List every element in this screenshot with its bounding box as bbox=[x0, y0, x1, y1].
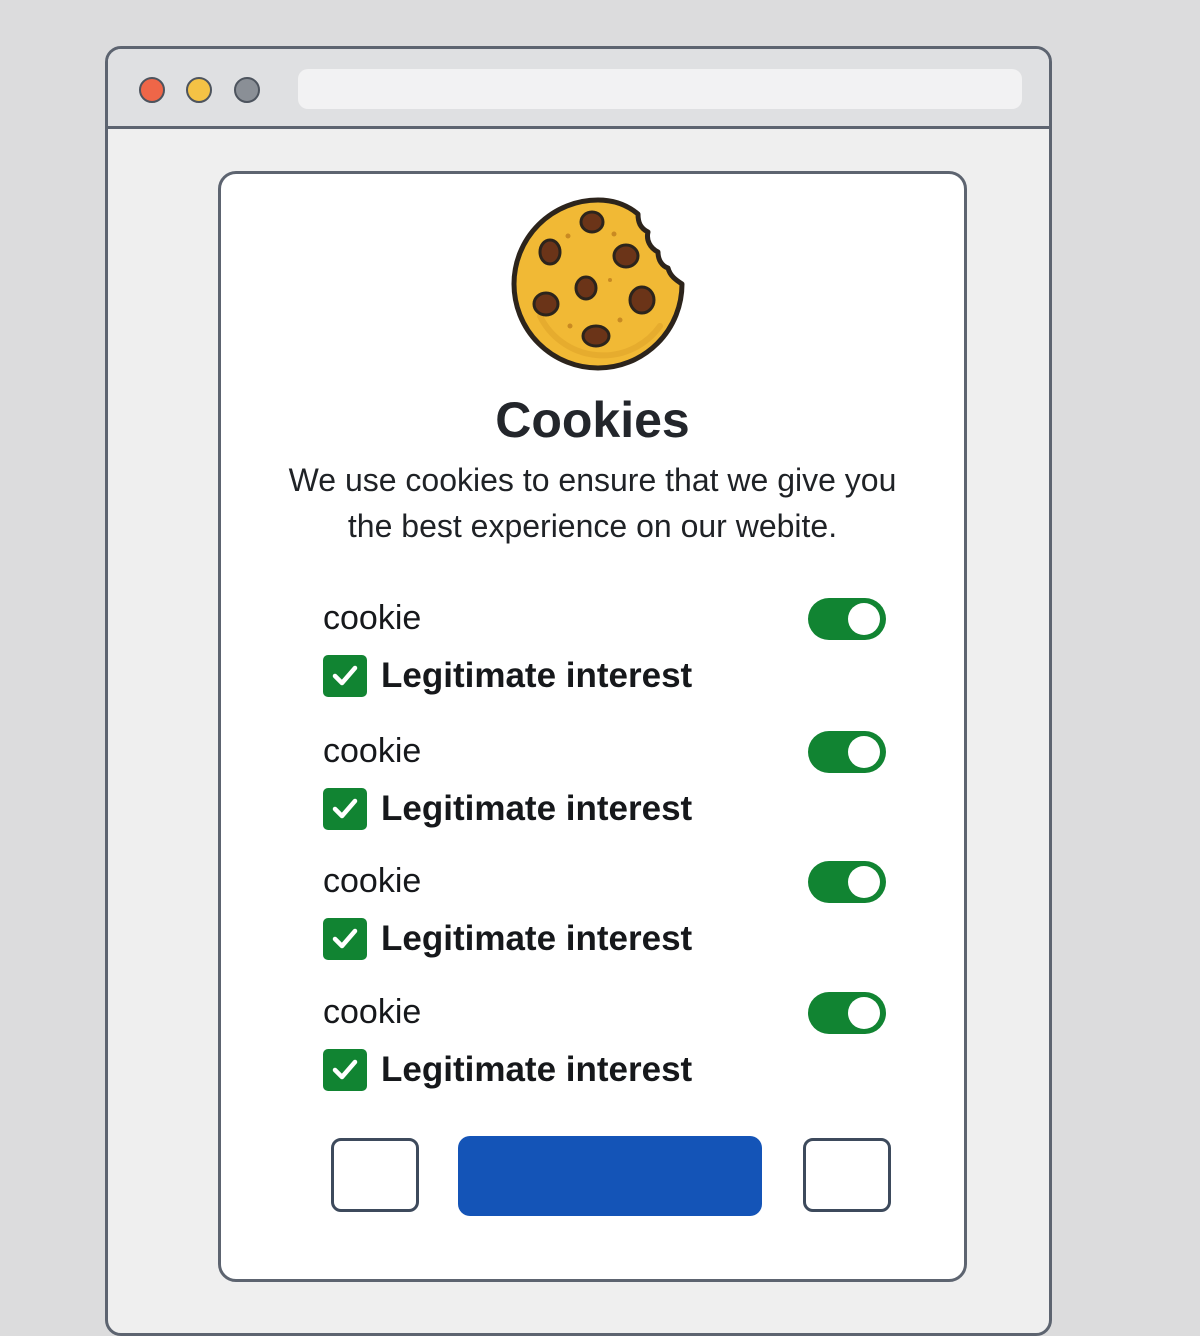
dialog-title: Cookies bbox=[495, 392, 690, 448]
cookie-setting-label: cookie bbox=[323, 862, 422, 900]
toggle-knob bbox=[848, 866, 880, 898]
secondary-button-left[interactable] bbox=[331, 1138, 419, 1212]
legitimate-interest-label: Legitimate interest bbox=[381, 1050, 693, 1089]
cookie-icon bbox=[511, 197, 685, 371]
cookie-toggle[interactable] bbox=[808, 861, 886, 903]
legitimate-interest-checkbox[interactable] bbox=[323, 918, 367, 960]
cookie-setting-row: cookie Legitimate interest bbox=[321, 992, 891, 1102]
cookie-setting-label: cookie bbox=[323, 599, 422, 637]
checkmark-icon bbox=[332, 665, 358, 686]
legitimate-interest-option[interactable]: Legitimate interest bbox=[323, 654, 692, 698]
cookie-setting-row: cookie Legitimate interest bbox=[321, 731, 891, 841]
legitimate-interest-label: Legitimate interest bbox=[381, 919, 693, 958]
close-window-button[interactable] bbox=[139, 77, 165, 103]
cookie-toggle[interactable] bbox=[808, 731, 886, 773]
cookie-consent-dialog: Cookies We use cookies to ensure that we… bbox=[218, 171, 967, 1282]
legitimate-interest-checkbox[interactable] bbox=[323, 788, 367, 830]
cookie-setting-row: cookie Legitimate interest bbox=[321, 598, 891, 708]
toggle-knob bbox=[848, 736, 880, 768]
checkmark-icon bbox=[332, 798, 358, 819]
cookie-setting-label: cookie bbox=[323, 993, 422, 1031]
legitimate-interest-option[interactable]: Legitimate interest bbox=[323, 917, 692, 961]
legitimate-interest-option[interactable]: Legitimate interest bbox=[323, 787, 692, 831]
minimize-window-button[interactable] bbox=[186, 77, 212, 103]
browser-titlebar bbox=[108, 49, 1049, 129]
maximize-window-button[interactable] bbox=[234, 77, 260, 103]
legitimate-interest-label: Legitimate interest bbox=[381, 789, 693, 828]
toggle-knob bbox=[848, 997, 880, 1029]
legitimate-interest-checkbox[interactable] bbox=[323, 655, 367, 697]
legitimate-interest-label: Legitimate interest bbox=[381, 656, 693, 695]
checkmark-icon bbox=[332, 928, 358, 949]
cookie-toggle[interactable] bbox=[808, 992, 886, 1034]
dialog-description: We use cookies to ensure that we give yo… bbox=[288, 462, 897, 544]
legitimate-interest-option[interactable]: Legitimate interest bbox=[323, 1048, 692, 1092]
cookie-setting-label: cookie bbox=[323, 732, 422, 770]
cookie-toggle[interactable] bbox=[808, 598, 886, 640]
checkmark-icon bbox=[332, 1059, 358, 1080]
legitimate-interest-checkbox[interactable] bbox=[323, 1049, 367, 1091]
secondary-button-right[interactable] bbox=[803, 1138, 891, 1212]
accept-button[interactable] bbox=[458, 1136, 762, 1216]
address-bar[interactable] bbox=[298, 69, 1022, 109]
cookie-setting-row: cookie Legitimate interest bbox=[321, 861, 891, 971]
toggle-knob bbox=[848, 603, 880, 635]
